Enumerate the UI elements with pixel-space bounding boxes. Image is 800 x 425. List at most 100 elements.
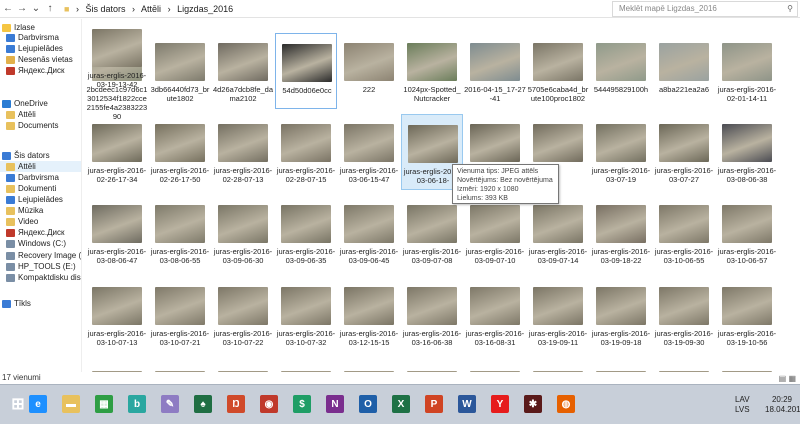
file-item[interactable]: 4d26a7dcb8fe_dama2102 — [212, 33, 274, 109]
file-item[interactable]: juras-erglis-2016-03-09-07-08 — [401, 195, 463, 271]
outlook-icon[interactable]: O — [354, 389, 382, 419]
file-item[interactable]: juras-erglis-2016-03-09-06-35 — [275, 195, 337, 271]
file-item[interactable]: juras-erglis-2016-03-19-09-11 — [527, 277, 589, 353]
file-item[interactable]: 3db66440fd73_brute1802 — [149, 33, 211, 109]
powerpoint-icon[interactable]: P — [420, 389, 448, 419]
app-red2-icon[interactable]: ◉ — [255, 389, 283, 419]
sidebar-item[interactable]: Darbvirsma — [0, 172, 81, 183]
file-name: 4d26a7dcb8fe_dama2102 — [212, 85, 274, 103]
sidebar-item[interactable]: HP_TOOLS (E:) — [0, 261, 81, 272]
app-red-icon[interactable]: Ŋ — [222, 389, 250, 419]
breadcrumb-sep: › — [167, 4, 171, 14]
file-item[interactable]: juras-erglis-2016-03-10-07-22 — [212, 277, 274, 353]
file-item[interactable]: juras-erglis-2016-03-10-07-21 — [149, 277, 211, 353]
back-arrow-icon[interactable]: ← — [2, 2, 14, 16]
paint-icon[interactable]: ✎ — [156, 389, 184, 419]
sidebar-item[interactable]: Dokumenti — [0, 183, 81, 194]
file-item[interactable]: juras-erglis-2016-02-26-17-34 — [86, 114, 148, 190]
app-dark-icon[interactable]: ✱ — [519, 389, 547, 419]
excel-icon[interactable]: X — [387, 389, 415, 419]
file-item[interactable]: juras-erglis-2016-03-16-06-38 — [401, 277, 463, 353]
sidebar-item-label: Darbvirsma — [18, 173, 59, 182]
breadcrumb-item[interactable]: Ligzdas_2016 — [177, 4, 233, 14]
file-item[interactable]: juras-erglis-2016-03-19-09-30 — [653, 277, 715, 353]
taskbar-app-glyph: O — [359, 395, 377, 413]
file-item[interactable]: juras-erglis-2016-03-07-19 — [590, 114, 652, 190]
file-item[interactable]: juras-erglis-2016-02-01-14-11 — [716, 33, 778, 109]
file-item[interactable]: 54d50d06e0cc — [275, 33, 337, 109]
sidebar-item[interactable]: Video — [0, 216, 81, 227]
item-count: 17 vienumi — [2, 373, 41, 382]
file-item[interactable]: juras-erglis-2016-03-06-15-47 — [338, 114, 400, 190]
file-item[interactable]: juras-erglis-2016-03-10-07-13 — [86, 277, 148, 353]
drive-icon — [6, 251, 15, 260]
file-item[interactable]: juras-erglis-2016-03-16-08-31 — [464, 277, 526, 353]
sidebar-item[interactable]: Яндекс.Диск — [0, 65, 81, 76]
up-arrow-icon[interactable]: ↑ — [44, 2, 56, 16]
file-item[interactable]: juras-erglis-2016-02-28-07-13 — [212, 114, 274, 190]
bing-icon[interactable]: b — [123, 389, 151, 419]
sidebar-item[interactable]: Darbvirsma — [0, 32, 81, 43]
sidebar-item[interactable]: Nesenās vietas — [0, 54, 81, 65]
sidebar-item[interactable]: Tīkls — [0, 298, 81, 309]
breadcrumb-item[interactable]: Attēli — [141, 4, 161, 14]
firefox-icon[interactable]: ◍ — [552, 389, 580, 419]
sidebar-item[interactable]: Attēli — [0, 161, 81, 172]
file-item[interactable]: juras-erglis-2016-03-10-06-55 — [653, 195, 715, 271]
file-item[interactable]: juras-erglis-2016-03-12-15-15 — [338, 277, 400, 353]
file-item[interactable]: juras-erglis-2016-03-09-06-30 — [212, 195, 274, 271]
folder-icon — [6, 121, 15, 130]
breadcrumb-sep: › — [132, 4, 136, 14]
file-item[interactable]: juras-erglis-2016-02-26-17-50 — [149, 114, 211, 190]
taskbar-app-glyph: ◍ — [557, 395, 575, 413]
ie-icon[interactable]: e — [24, 389, 52, 419]
breadcrumb[interactable]: ■ › Šis dators › Attēli › Ligzdas_2016 — [64, 2, 237, 16]
file-item[interactable]: juras-erglis-2016-03-10-07-32 — [275, 277, 337, 353]
yandex-icon[interactable]: Y — [486, 389, 514, 419]
file-item[interactable]: juras-erglis-2016-03-08-06-38 — [716, 114, 778, 190]
money-icon[interactable]: $ — [288, 389, 316, 419]
sidebar-item[interactable]: Attēli — [0, 109, 81, 120]
word-icon[interactable]: W — [453, 389, 481, 419]
file-item[interactable]: juras-erglis-2016-03-09-18-22 — [590, 195, 652, 271]
search-input[interactable]: Meklēt mapē Ligzdas_2016 ⚲ — [612, 1, 798, 17]
file-item[interactable]: juras-erglis-2016-03-08-06-55 — [149, 195, 211, 271]
sidebar-item[interactable]: Lejupielādes — [0, 194, 81, 205]
file-item[interactable]: 2016-04-15_17-27-41 — [464, 33, 526, 109]
file-item[interactable]: 5705e6caba4d_brute100proc1802 — [527, 33, 589, 109]
breadcrumb-item[interactable]: Šis dators — [85, 4, 125, 14]
file-item[interactable]: 1024px-Spotted_Nutcracker — [401, 33, 463, 109]
sidebar-item[interactable]: Recovery Image (D:) — [0, 250, 81, 261]
file-item[interactable]: juras-erglis-2016-03-09-06-45 — [338, 195, 400, 271]
taskbar-app-glyph: ♠ — [194, 395, 212, 413]
forward-arrow-icon[interactable]: → — [16, 2, 28, 16]
file-item[interactable]: juras-erglis-2016-03-19-09-18 — [590, 277, 652, 353]
file-item[interactable]: 544495829100h — [590, 33, 652, 109]
sidebar-item[interactable]: Яндекс.Диск — [0, 227, 81, 238]
clock[interactable]: 20:29 18.04.2016. — [765, 395, 800, 415]
store-icon[interactable]: ▦ — [90, 389, 118, 419]
sidebar-item[interactable]: Kompaktdisku diskd — [0, 272, 81, 283]
file-item[interactable]: juras-erglis-2016-03-09-07-14 — [527, 195, 589, 271]
sidebar-item[interactable]: Šis dators — [0, 150, 81, 161]
language-indicator[interactable]: LAV LVS — [735, 395, 750, 415]
solitaire-icon[interactable]: ♠ — [189, 389, 217, 419]
file-item[interactable]: juras-erglis-2016-03-08-06-47 — [86, 195, 148, 271]
sidebar-item[interactable]: Mūzika — [0, 205, 81, 216]
sidebar-item[interactable]: Windows (C:) — [0, 238, 81, 249]
file-item[interactable]: juras-erglis-2016-03-10-06-57 — [716, 195, 778, 271]
sidebar-item[interactable]: Documents — [0, 120, 81, 131]
sidebar-item[interactable]: Lejupielādes — [0, 43, 81, 54]
explorer-icon[interactable]: ▬ — [57, 389, 85, 419]
file-item[interactable]: 222 — [338, 33, 400, 109]
recent-dropdown-icon[interactable]: ⌄ — [30, 2, 42, 16]
onenote-icon[interactable]: N — [321, 389, 349, 419]
file-item[interactable]: juras-erglis-2016-03-19-13-42 — [86, 19, 148, 95]
file-item[interactable]: a8ba221ea2a6 — [653, 33, 715, 109]
sidebar-item[interactable]: OneDrive — [0, 98, 81, 109]
file-item[interactable]: juras-erglis-2016-03-07-27 — [653, 114, 715, 190]
search-icon[interactable]: ⚲ — [787, 2, 793, 16]
file-item[interactable]: juras-erglis-2016-03-09-07-10 — [464, 195, 526, 271]
file-item[interactable]: juras-erglis-2016-03-19-10-56 — [716, 277, 778, 353]
file-item[interactable]: juras-erglis-2016-02-28-07-15 — [275, 114, 337, 190]
